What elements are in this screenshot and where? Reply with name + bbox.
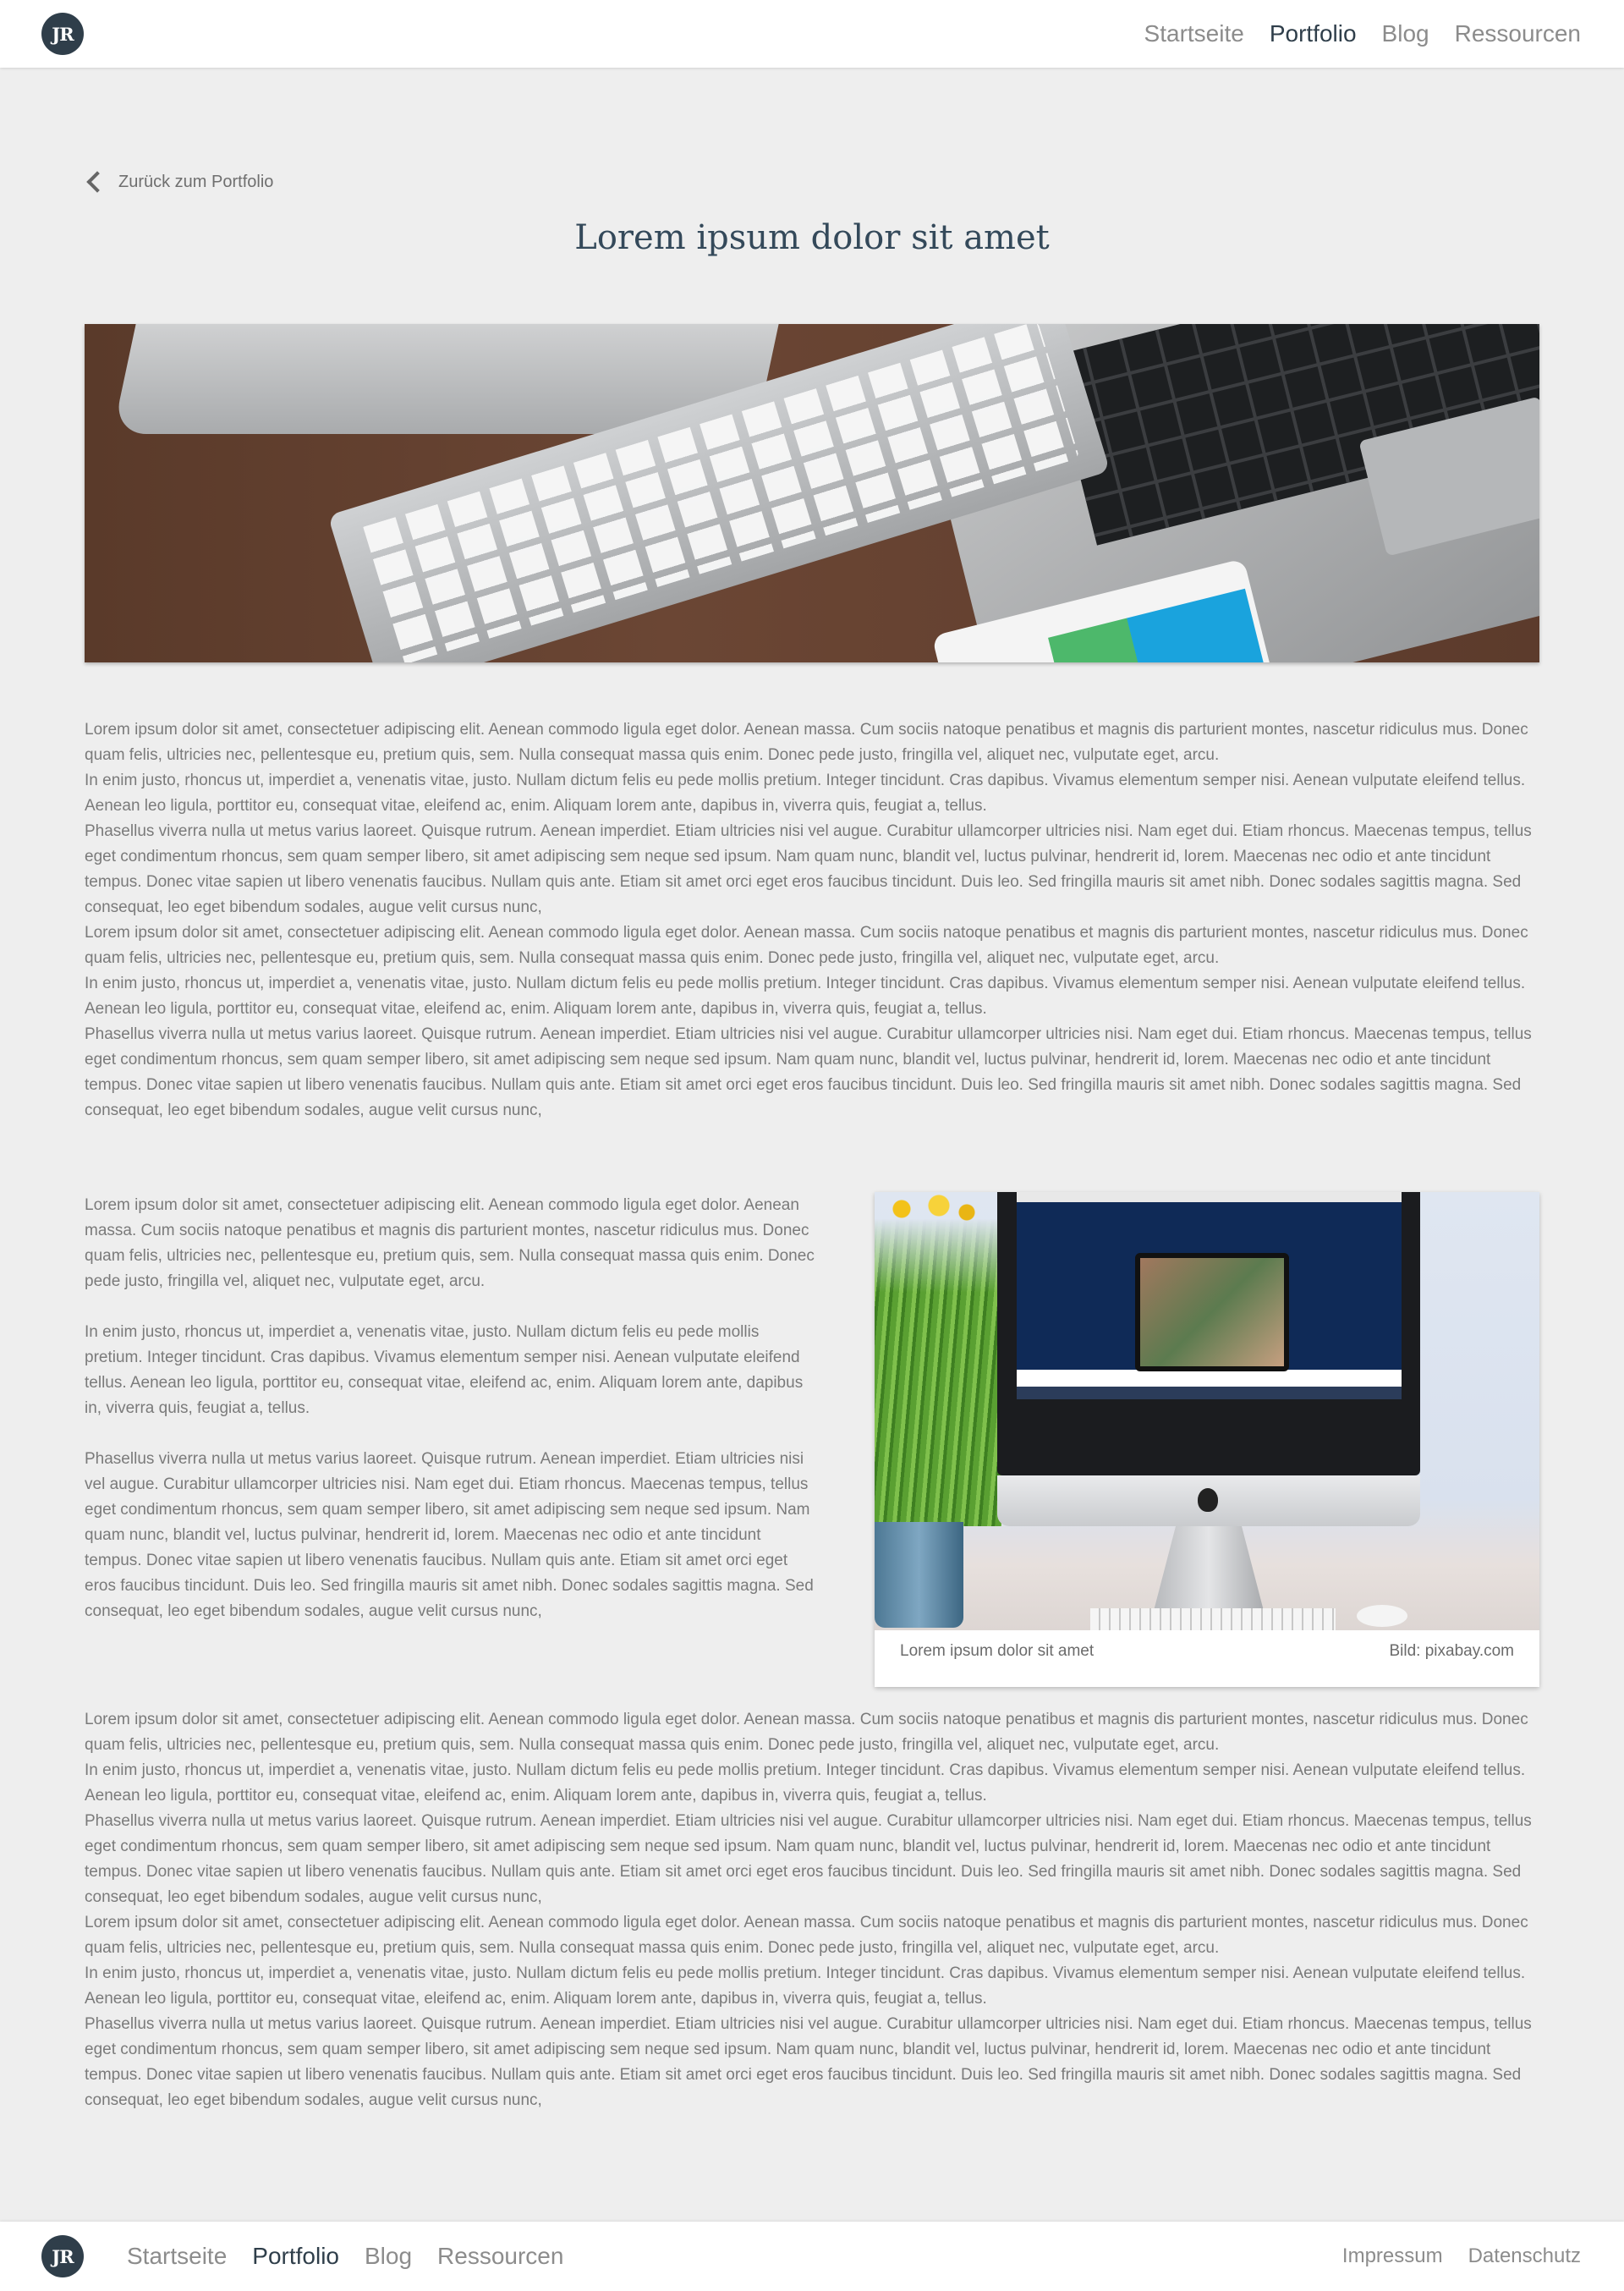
page-title: Lorem ipsum dolor sit amet [574, 218, 1050, 257]
paragraph: Phasellus viverra nulla ut metus varius … [85, 822, 1532, 916]
chevron-left-icon [86, 171, 108, 193]
plant-leaves-shape [875, 1192, 1001, 1526]
paragraph: Lorem ipsum dolor sit amet, consectetuer… [85, 1711, 1528, 1754]
text-section-3: Lorem ipsum dolor sit amet, consectetuer… [85, 1707, 1539, 2113]
imac-keyboard-shape [1090, 1608, 1336, 1630]
footer: JR Startseite Portfolio Blog Ressourcen … [0, 2222, 1624, 2291]
footer-link-datenschutz[interactable]: Datenschutz [1468, 2244, 1581, 2268]
nav-link-blog[interactable]: Blog [1382, 20, 1429, 47]
paragraph: Phasellus viverra nulla ut metus varius … [85, 1812, 1532, 1906]
footer-legal-nav: Impressum Datenschutz [1317, 2222, 1581, 2291]
nav-link-ressourcen[interactable]: Ressourcen [1455, 20, 1581, 47]
nav-link-startseite[interactable]: Startseite [1144, 20, 1244, 47]
paragraph: In enim justo, rhoncus ut, imperdiet a, … [85, 772, 1526, 815]
back-link-label: Zurück zum Portfolio [118, 172, 274, 191]
imac-screen-photo-shape [1135, 1253, 1289, 1371]
figure-image [875, 1192, 1539, 1630]
paragraph: In enim justo, rhoncus ut, imperdiet a, … [85, 1964, 1526, 2008]
figure-caption: Lorem ipsum dolor sit amet [900, 1642, 1095, 1660]
footer-link-ressourcen[interactable]: Ressourcen [437, 2243, 563, 2270]
imac-stand-shape [1154, 1526, 1264, 1611]
paragraph: Phasellus viverra nulla ut metus varius … [85, 1450, 814, 1620]
nav-link-portfolio[interactable]: Portfolio [1270, 20, 1357, 47]
footer-link-blog[interactable]: Blog [365, 2243, 412, 2270]
paragraph: Lorem ipsum dolor sit amet, consectetuer… [85, 1914, 1528, 1957]
text-section-1: Lorem ipsum dolor sit amet, consectetuer… [85, 717, 1539, 1124]
image-credit: Bild: pixabay.com [1389, 1642, 1515, 1660]
footer-nav: Startseite Portfolio Blog Ressourcen [127, 2222, 589, 2291]
brand-logo[interactable]: JR [41, 13, 84, 55]
flower-pot-shape [875, 1522, 963, 1628]
two-column-text: Lorem ipsum dolor sit amet, consectetuer… [85, 1193, 820, 1650]
footer-link-portfolio[interactable]: Portfolio [252, 2243, 339, 2270]
paragraph: Lorem ipsum dolor sit amet, consectetuer… [85, 1196, 815, 1290]
paragraph: In enim justo, rhoncus ut, imperdiet a, … [85, 1761, 1526, 1805]
flowers-shape [883, 1192, 976, 1226]
paragraph: Phasellus viverra nulla ut metus varius … [85, 2015, 1532, 2109]
hero-image [85, 324, 1539, 662]
paragraph: In enim justo, rhoncus ut, imperdiet a, … [85, 975, 1526, 1018]
footer-link-startseite[interactable]: Startseite [127, 2243, 227, 2270]
main-nav: Startseite Portfolio Blog Ressourcen [1119, 0, 1581, 68]
footer-link-impressum[interactable]: Impressum [1342, 2244, 1443, 2268]
paragraph: Phasellus viverra nulla ut metus varius … [85, 1025, 1532, 1119]
paragraph: Lorem ipsum dolor sit amet, consectetuer… [85, 721, 1528, 764]
paragraph: Lorem ipsum dolor sit amet, consectetuer… [85, 924, 1528, 967]
mouse-shape [1357, 1605, 1407, 1627]
footer-brand-logo[interactable]: JR [41, 2235, 84, 2277]
top-navbar: JR Startseite Portfolio Blog Ressourcen [0, 0, 1624, 68]
back-to-portfolio-link[interactable]: Zurück zum Portfolio [85, 169, 273, 195]
apple-logo-icon [1198, 1488, 1218, 1512]
image-figure: Lorem ipsum dolor sit amet Bild: pixabay… [875, 1192, 1539, 1687]
paragraph: In enim justo, rhoncus ut, imperdiet a, … [85, 1323, 804, 1417]
